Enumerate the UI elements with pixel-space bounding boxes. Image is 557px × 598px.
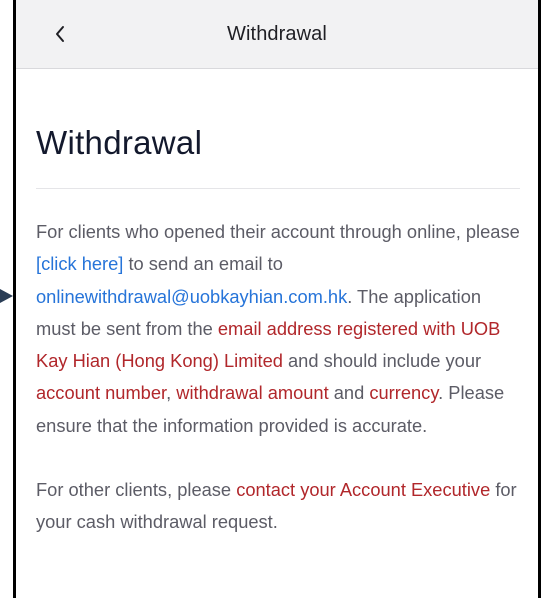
phone-screen: Withdrawal Withdrawal For clients who op… (13, 0, 541, 598)
highlight-account-number: account number (36, 382, 167, 404)
text: and should include your (282, 350, 482, 372)
text: to send an email to (123, 253, 283, 275)
back-button[interactable] (42, 16, 78, 52)
text: For other clients, please (36, 479, 237, 501)
text: and (328, 382, 370, 404)
highlight-withdrawal-amount: withdrawal amount (176, 382, 329, 404)
pointer-arrow-icon (0, 289, 13, 303)
text: For clients who opened their account thr… (36, 221, 520, 242)
page-title: Withdrawal (36, 124, 203, 161)
text: , (166, 382, 177, 404)
other-clients-paragraph: For other clients, please contact your A… (36, 474, 520, 539)
online-clients-paragraph: For clients who opened their account thr… (36, 216, 520, 442)
email-link[interactable]: onlinewithdrawal@uobkayhian.com.hk (36, 286, 347, 307)
divider (36, 188, 520, 189)
chevron-left-icon (56, 26, 64, 42)
highlight-contact-ae: contact your Account Executive (236, 479, 491, 501)
nav-title: Withdrawal (227, 22, 327, 45)
highlight-currency: currency (369, 382, 439, 404)
click-here-link[interactable]: [click here] (36, 253, 123, 274)
main-content: Withdrawal For clients who opened their … (16, 123, 538, 539)
navigation-bar: Withdrawal (16, 0, 538, 69)
